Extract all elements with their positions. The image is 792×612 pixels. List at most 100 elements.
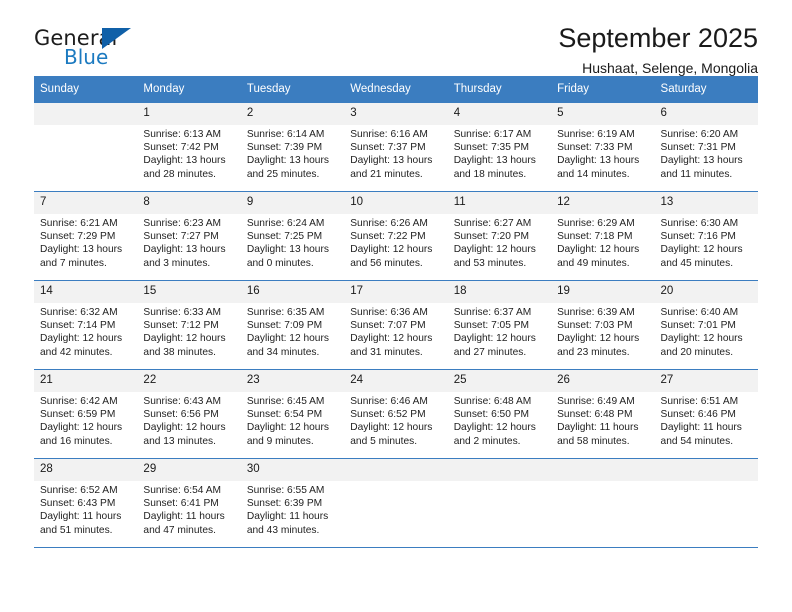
sun-info: Sunrise: 6:21 AM Sunset: 7:29 PM Daylight:… — [34, 214, 137, 270]
calendar-body: 1 Sunrise: 6:13 AM Sunset: 7:42 PM Daylight… — [34, 102, 758, 548]
calendar-day-cell[interactable]: 1 Sunrise: 6:13 AM Sunset: 7:42 PM Daylight… — [137, 102, 241, 192]
calendar-day-cell[interactable]: 20 Sunrise: 6:40 AM Sunset: 7:01 PM Dayligh… — [654, 280, 758, 370]
daylight-duration-line1: Daylight: 11 hours — [660, 422, 742, 434]
page-header: General Blue September 2025 Hushaat, Sel… — [34, 0, 758, 76]
daylight-duration-line2: and 13 minutes. — [143, 435, 216, 447]
calendar-day-cell-empty — [447, 458, 552, 548]
day-cell-inner — [551, 459, 655, 547]
daylight-duration-line1: Daylight: 11 hours — [143, 511, 225, 523]
day-number: 4 — [447, 103, 552, 125]
calendar-day-cell[interactable]: 23 Sunrise: 6:45 AM Sunset: 6:54 PM Dayligh… — [240, 369, 345, 459]
calendar-day-cell[interactable]: 7 Sunrise: 6:21 AM Sunset: 7:29 PM Daylight… — [34, 191, 138, 281]
sunset-time: Sunset: 7:09 PM — [246, 320, 323, 332]
sunrise-time: Sunrise: 6:32 AM — [40, 307, 118, 318]
calendar-day-cell[interactable]: 17 Sunrise: 6:36 AM Sunset: 7:07 PM Dayligh… — [344, 280, 448, 370]
page-title: September 2025 — [558, 23, 758, 53]
day-number: 16 — [240, 281, 345, 303]
sun-info: Sunrise: 6:45 AM Sunset: 6:54 PM Daylight:… — [241, 392, 344, 448]
calendar-day-cell[interactable]: 30 Sunrise: 6:55 AM Sunset: 6:39 PM Dayligh… — [240, 458, 345, 548]
day-cell-inner: 4 Sunrise: 6:17 AM Sunset: 7:35 PM Daylight… — [447, 103, 552, 191]
daylight-duration-line2: and 11 minutes. — [660, 168, 733, 180]
sun-info: Sunrise: 6:51 AM Sunset: 6:46 PM Daylight:… — [655, 392, 758, 448]
calendar-day-cell[interactable]: 27 Sunrise: 6:51 AM Sunset: 6:46 PM Dayligh… — [654, 369, 758, 459]
calendar-day-cell[interactable]: 28 Sunrise: 6:52 AM Sunset: 6:43 PM Dayligh… — [34, 458, 138, 548]
daylight-duration-line1: Daylight: 13 hours — [246, 244, 329, 256]
sun-info: Sunrise: 6:26 AM Sunset: 7:22 PM Daylight:… — [344, 214, 447, 270]
sun-info: Sunrise: 6:36 AM Sunset: 7:07 PM Daylight:… — [344, 303, 447, 359]
sun-info: Sunrise: 6:19 AM Sunset: 7:33 PM Daylight:… — [551, 125, 654, 181]
calendar-day-cell[interactable]: 25 Sunrise: 6:48 AM Sunset: 6:50 PM Dayligh… — [447, 369, 552, 459]
daylight-duration-line2: and 51 minutes. — [40, 524, 113, 536]
calendar-day-cell[interactable]: 11 Sunrise: 6:27 AM Sunset: 7:20 PM Dayligh… — [447, 191, 552, 281]
day-cell-inner: 27 Sunrise: 6:51 AM Sunset: 6:46 PM Dayligh… — [654, 370, 758, 458]
sunrise-time: Sunrise: 6:17 AM — [453, 129, 532, 140]
sunrise-time: Sunrise: 6:23 AM — [143, 218, 222, 229]
calendar-day-cell[interactable]: 21 Sunrise: 6:42 AM Sunset: 6:59 PM Dayligh… — [34, 369, 138, 459]
sunset-time: Sunset: 7:22 PM — [350, 231, 426, 243]
daylight-duration-line2: and 2 minutes. — [453, 435, 521, 447]
sunrise-time: Sunrise: 6:24 AM — [246, 218, 325, 229]
daylight-duration-line2: and 49 minutes. — [557, 257, 630, 269]
calendar-day-cell[interactable]: 2 Sunrise: 6:14 AM Sunset: 7:39 PM Daylight… — [240, 102, 345, 192]
daylight-duration-line1: Daylight: 12 hours — [246, 333, 329, 345]
day-cell-inner: 7 Sunrise: 6:21 AM Sunset: 7:29 PM Daylight… — [34, 192, 138, 280]
calendar-week-row: 14 Sunrise: 6:32 AM Sunset: 7:14 PM Dayligh… — [34, 280, 758, 370]
day-cell-inner: 17 Sunrise: 6:36 AM Sunset: 7:07 PM Dayligh… — [344, 281, 448, 369]
day-cell-inner: 16 Sunrise: 6:35 AM Sunset: 7:09 PM Dayligh… — [240, 281, 345, 369]
day-cell-inner: 13 Sunrise: 6:30 AM Sunset: 7:16 PM Dayligh… — [654, 192, 758, 280]
daylight-duration-line2: and 43 minutes. — [246, 524, 320, 536]
daylight-duration-line2: and 14 minutes. — [557, 168, 630, 180]
sunset-time: Sunset: 7:33 PM — [557, 142, 633, 154]
calendar-day-cell[interactable]: 6 Sunrise: 6:20 AM Sunset: 7:31 PM Daylight… — [654, 102, 758, 192]
calendar-day-cell[interactable]: 14 Sunrise: 6:32 AM Sunset: 7:14 PM Dayligh… — [34, 280, 138, 370]
sunset-time: Sunset: 6:48 PM — [557, 409, 633, 421]
calendar-day-cell[interactable]: 9 Sunrise: 6:24 AM Sunset: 7:25 PM Daylight… — [240, 191, 345, 281]
sunrise-time: Sunrise: 6:49 AM — [557, 396, 635, 407]
sunrise-time: Sunrise: 6:46 AM — [350, 396, 428, 407]
calendar-day-cell[interactable]: 8 Sunrise: 6:23 AM Sunset: 7:27 PM Daylight… — [137, 191, 241, 281]
sun-info: Sunrise: 6:46 AM Sunset: 6:52 PM Daylight:… — [344, 392, 447, 448]
calendar-day-cell[interactable]: 10 Sunrise: 6:26 AM Sunset: 7:22 PM Dayligh… — [344, 191, 448, 281]
calendar-day-cell[interactable]: 3 Sunrise: 6:16 AM Sunset: 7:37 PM Daylight… — [344, 102, 448, 192]
day-cell-inner: 23 Sunrise: 6:45 AM Sunset: 6:54 PM Dayligh… — [240, 370, 345, 458]
calendar-day-cell[interactable]: 15 Sunrise: 6:33 AM Sunset: 7:12 PM Dayligh… — [137, 280, 241, 370]
daylight-duration-line2: and 38 minutes. — [143, 346, 216, 358]
brand-logo[interactable]: General Blue — [34, 26, 224, 76]
calendar-day-cell[interactable]: 13 Sunrise: 6:30 AM Sunset: 7:16 PM Dayligh… — [654, 191, 758, 281]
calendar-day-cell[interactable]: 18 Sunrise: 6:37 AM Sunset: 7:05 PM Dayligh… — [447, 280, 552, 370]
weekday-header-thursday: Thursday — [447, 76, 552, 103]
calendar-day-cell[interactable]: 22 Sunrise: 6:43 AM Sunset: 6:56 PM Dayligh… — [137, 369, 241, 459]
sunrise-time: Sunrise: 6:29 AM — [557, 218, 635, 229]
calendar-day-cell-empty — [654, 458, 758, 548]
calendar-day-cell[interactable]: 19 Sunrise: 6:39 AM Sunset: 7:03 PM Dayligh… — [551, 280, 655, 370]
day-cell-inner: 11 Sunrise: 6:27 AM Sunset: 7:20 PM Dayligh… — [447, 192, 552, 280]
sun-info: Sunrise: 6:30 AM Sunset: 7:16 PM Daylight:… — [655, 214, 758, 270]
calendar-day-cell[interactable]: 16 Sunrise: 6:35 AM Sunset: 7:09 PM Dayligh… — [240, 280, 345, 370]
calendar-day-cell[interactable]: 5 Sunrise: 6:19 AM Sunset: 7:33 PM Daylight… — [551, 102, 655, 192]
daylight-duration-line1: Daylight: 12 hours — [40, 422, 123, 434]
calendar-week-row: 28 Sunrise: 6:52 AM Sunset: 6:43 PM Dayligh… — [34, 458, 758, 548]
sunset-time: Sunset: 6:54 PM — [246, 409, 323, 421]
sunset-time: Sunset: 6:56 PM — [143, 409, 219, 421]
day-cell-inner: 6 Sunrise: 6:20 AM Sunset: 7:31 PM Daylight… — [654, 103, 758, 191]
calendar-day-cell[interactable]: 26 Sunrise: 6:49 AM Sunset: 6:48 PM Dayligh… — [551, 369, 655, 459]
day-number: 5 — [551, 103, 655, 125]
daylight-duration-line1: Daylight: 11 hours — [40, 511, 122, 523]
calendar-day-cell[interactable]: 29 Sunrise: 6:54 AM Sunset: 6:41 PM Dayligh… — [137, 458, 241, 548]
day-cell-inner — [447, 459, 552, 547]
daylight-duration-line1: Daylight: 12 hours — [557, 333, 640, 345]
sunrise-time: Sunrise: 6:14 AM — [246, 129, 325, 140]
day-number: 19 — [551, 281, 655, 303]
sunrise-time: Sunrise: 6:16 AM — [350, 129, 428, 140]
daylight-duration-line1: Daylight: 13 hours — [246, 155, 329, 167]
calendar-day-cell[interactable]: 4 Sunrise: 6:17 AM Sunset: 7:35 PM Daylight… — [447, 102, 552, 192]
calendar-day-cell[interactable]: 12 Sunrise: 6:29 AM Sunset: 7:18 PM Dayligh… — [551, 191, 655, 281]
day-cell-inner: 5 Sunrise: 6:19 AM Sunset: 7:33 PM Daylight… — [551, 103, 655, 191]
daylight-duration-line2: and 53 minutes. — [453, 257, 527, 269]
weekday-header-sunday: Sunday — [34, 76, 138, 103]
title-block: September 2025 Hushaat, Selenge, Mongoli… — [558, 22, 758, 77]
calendar-day-cell[interactable]: 24 Sunrise: 6:46 AM Sunset: 6:52 PM Dayligh… — [344, 369, 448, 459]
daylight-duration-line1: Daylight: 12 hours — [453, 422, 536, 434]
sun-info: Sunrise: 6:55 AM Sunset: 6:39 PM Daylight:… — [241, 481, 344, 537]
day-number: 25 — [447, 370, 552, 392]
